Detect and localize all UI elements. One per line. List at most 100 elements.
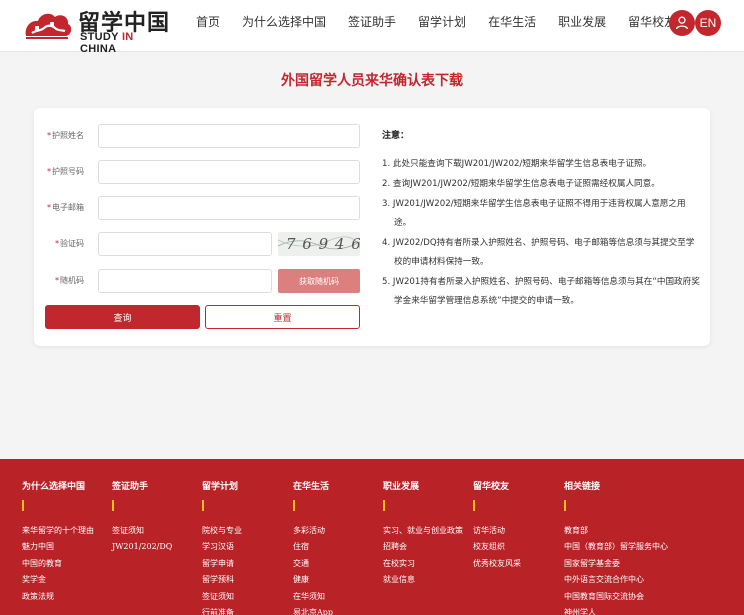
footer-col-title: 为什么选择中国 <box>22 482 86 492</box>
footer-link[interactable]: 中国教育国际交流协会 <box>564 589 734 605</box>
footer-link[interactable]: 留学预科 <box>202 572 292 588</box>
email-row: *电子邮箱 <box>34 196 374 220</box>
site-header: 留学中国 STUDY IN CHINA 首页 为什么选择中国 签证助手 留学计划… <box>0 0 744 55</box>
footer-col-title: 相关链接 <box>564 482 601 492</box>
footer-link[interactable]: 住宿 <box>293 539 383 555</box>
footer-link[interactable]: 政策法规 <box>22 589 112 605</box>
logo-en-in: IN <box>121 31 134 43</box>
notice-list: 1. 此处只能查询下载JW201/JW202/短期来华留学生信息表电子证照。 2… <box>382 155 700 311</box>
footer-link[interactable]: 优秀校友风采 <box>473 556 563 572</box>
notice-item: 5. JW201持有者所录入护照姓名、护照号码、电子邮箱等信息须与其在“中国政府… <box>382 277 700 306</box>
footer-link[interactable]: 在华须知 <box>293 589 383 605</box>
footer-col-alumni: 留华校友 访华活动 校友组织 优秀校友风采 <box>473 479 563 572</box>
footer-link[interactable]: 校友组织 <box>473 539 563 555</box>
footer-link[interactable]: 魅力中国 <box>22 539 112 555</box>
get-random-code-button[interactable]: 获取随机码 <box>278 269 360 293</box>
passport-name-row: *护照姓名 <box>34 124 374 148</box>
email-input[interactable] <box>98 196 360 220</box>
footer-accent-bar <box>383 500 385 511</box>
footer-link[interactable]: 神州学人 <box>564 605 734 615</box>
notice-title: 注意： <box>382 131 410 141</box>
footer-link[interactable]: 教育部 <box>564 523 734 539</box>
site-logo[interactable]: 留学中国 STUDY IN CHINA <box>22 4 172 55</box>
footer-col-career: 职业发展 实习、就业与创业政策 招聘会 在校实习 就业信息 <box>383 479 473 589</box>
nav-life-in-china[interactable]: 在华生活 <box>488 0 536 44</box>
user-button[interactable] <box>669 10 695 36</box>
footer-link[interactable]: 交通 <box>293 556 383 572</box>
footer-col-study-plan: 留学计划 院校与专业 学习汉语 留学申请 留学预科 签证须知 行前准备 <box>202 479 292 615</box>
captcha-label-text: 验证码 <box>60 239 84 248</box>
footer-accent-bar <box>473 500 475 511</box>
page-title: 外国留学人员来华确认表下载 <box>281 73 463 89</box>
footer-link[interactable]: 签证须知 <box>202 589 292 605</box>
passport-number-input[interactable] <box>98 160 360 184</box>
footer-link[interactable]: 易北京App <box>293 605 383 615</box>
notice-item: 1. 此处只能查询下载JW201/JW202/短期来华留学生信息表电子证照。 <box>382 159 652 169</box>
footer-col-title: 签证助手 <box>112 482 149 492</box>
footer-link[interactable]: JW201/202/DQ <box>112 539 202 555</box>
footer-link[interactable]: 多彩活动 <box>293 523 383 539</box>
passport-number-label-text: 护照号码 <box>52 167 84 176</box>
passport-number-row: *护照号码 <box>34 160 374 184</box>
notice-panel: 注意： 1. 此处只能查询下载JW201/JW202/短期来华留学生信息表电子证… <box>382 128 700 312</box>
footer-accent-bar <box>202 500 204 511</box>
captcha-image[interactable]: 7 6 9 4 6 <box>278 232 360 256</box>
footer-link[interactable]: 实习、就业与创业政策 <box>383 523 473 539</box>
user-icon <box>675 16 689 30</box>
required-mark: * <box>47 167 51 176</box>
language-toggle-button[interactable]: EN <box>695 10 721 36</box>
footer-link[interactable]: 来华留学的十个理由 <box>22 523 112 539</box>
required-mark: * <box>55 239 59 248</box>
nav-why-china[interactable]: 为什么选择中国 <box>242 0 326 44</box>
reset-button[interactable]: 重置 <box>205 305 360 329</box>
nav-study-plan[interactable]: 留学计划 <box>418 0 466 44</box>
footer-link[interactable]: 奖学金 <box>22 572 112 588</box>
passport-name-input[interactable] <box>98 124 360 148</box>
passport-number-label: *护照号码 <box>34 160 84 184</box>
logo-en-pre: STUDY <box>80 31 122 43</box>
required-mark: * <box>47 131 51 140</box>
footer-col-why-china: 为什么选择中国 来华留学的十个理由 魅力中国 中国的教育 奖学金 政策法规 <box>22 479 112 605</box>
required-mark: * <box>47 203 51 212</box>
nav-career[interactable]: 职业发展 <box>558 0 606 44</box>
footer-col-title: 留学计划 <box>202 482 239 492</box>
random-code-label-text: 随机码 <box>60 276 84 285</box>
footer-link[interactable]: 院校与专业 <box>202 523 292 539</box>
footer-link[interactable]: 健康 <box>293 572 383 588</box>
footer-link[interactable]: 就业信息 <box>383 572 473 588</box>
footer-col-title: 职业发展 <box>383 482 420 492</box>
random-code-label: *随机码 <box>34 269 84 293</box>
footer-accent-bar <box>564 500 566 511</box>
site-footer: 为什么选择中国 来华留学的十个理由 魅力中国 中国的教育 奖学金 政策法规 签证… <box>0 459 744 615</box>
footer-col-title: 在华生活 <box>293 482 330 492</box>
footer-link[interactable]: 中国的教育 <box>22 556 112 572</box>
captcha-noise-icon: 7 6 9 4 6 <box>278 235 360 253</box>
footer-link[interactable]: 学习汉语 <box>202 539 292 555</box>
footer-link[interactable]: 签证须知 <box>112 523 202 539</box>
footer-link[interactable]: 中国（教育部）留学服务中心 <box>564 539 734 555</box>
query-button[interactable]: 查询 <box>45 305 200 329</box>
footer-link[interactable]: 行前准备 <box>202 605 292 615</box>
random-code-input[interactable] <box>98 269 272 293</box>
footer-link[interactable]: 留学申请 <box>202 556 292 572</box>
confirmation-form-card: *护照姓名 *护照号码 *电子邮箱 *验证码 7 6 9 4 6 *随机码 获取… <box>34 108 710 346</box>
email-label: *电子邮箱 <box>34 196 84 220</box>
footer-link[interactable]: 在校实习 <box>383 556 473 572</box>
random-code-row: *随机码 获取随机码 <box>34 269 374 293</box>
notice-item: 2. 查询JW201/JW202/短期来华留学生信息表电子证照需经权属人同意。 <box>382 179 660 189</box>
footer-col-related-links: 相关链接 教育部 中国（教育部）留学服务中心 国家留学基金委 中外语言交流合作中… <box>564 479 734 615</box>
footer-link[interactable]: 国家留学基金委 <box>564 556 734 572</box>
nav-home[interactable]: 首页 <box>196 0 220 44</box>
captcha-input[interactable] <box>98 232 272 256</box>
email-label-text: 电子邮箱 <box>52 203 84 212</box>
captcha-text: 7 6 9 4 6 <box>286 235 360 253</box>
captcha-row: *验证码 7 6 9 4 6 <box>34 232 374 256</box>
nav-visa-assistant[interactable]: 签证助手 <box>348 0 396 44</box>
footer-link[interactable]: 招聘会 <box>383 539 473 555</box>
footer-col-title: 留华校友 <box>473 482 510 492</box>
footer-col-visa: 签证助手 签证须知 JW201/202/DQ <box>112 479 202 556</box>
footer-link[interactable]: 中外语言交流合作中心 <box>564 572 734 588</box>
main-nav: 首页 为什么选择中国 签证助手 留学计划 在华生活 职业发展 留华校友 <box>196 0 698 44</box>
required-mark: * <box>55 276 59 285</box>
footer-link[interactable]: 访华活动 <box>473 523 563 539</box>
